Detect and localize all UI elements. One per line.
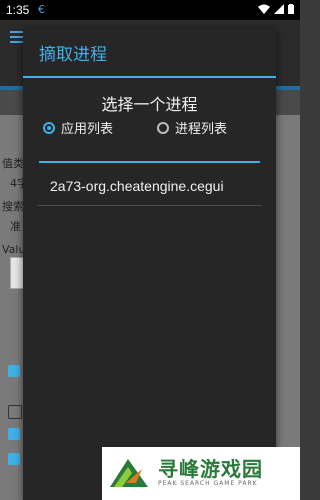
- dialog-title: 摘取进程: [39, 45, 107, 65]
- battery-icon: [288, 4, 294, 14]
- watermark: 寻峰游戏园 PEAK SEARCH GAME PARK: [102, 447, 300, 500]
- background-label: 搜索: [2, 200, 24, 213]
- background-checkbox: [8, 453, 20, 465]
- radio-process-list[interactable]: 进程列表: [157, 118, 227, 137]
- radio-app-list-label: 应用列表: [61, 122, 114, 137]
- radio-unselected-icon: [157, 121, 169, 134]
- list-divider: [37, 205, 262, 206]
- status-bar: 1:35 €: [0, 0, 300, 20]
- radio-selected-icon: [43, 121, 55, 134]
- select-process-dialog: 摘取进程 选择一个进程 应用列表 进程列表 2a73-org.cheatengi…: [23, 28, 276, 500]
- brand-logo-icon: [110, 459, 148, 487]
- dialog-prompt: 选择一个进程: [101, 95, 198, 114]
- search-input[interactable]: [39, 161, 260, 163]
- watermark-subtitle: PEAK SEARCH GAME PARK: [158, 480, 258, 487]
- status-time: 1:35: [6, 3, 30, 17]
- background-label: 准: [10, 220, 21, 233]
- background-label: 值类: [2, 157, 24, 170]
- wifi-icon: [258, 4, 270, 14]
- status-icons: [258, 4, 294, 14]
- radio-process-list-label: 进程列表: [175, 122, 228, 137]
- background-checkbox: [8, 405, 22, 419]
- signal-icon: [274, 4, 284, 14]
- background-checkbox: [8, 428, 20, 440]
- background-checkbox: [8, 365, 20, 377]
- dialog-title-divider: [23, 76, 276, 78]
- background-label: Valu: [2, 243, 26, 256]
- cheat-engine-icon: €: [38, 3, 45, 16]
- process-name: 2a73-org.cheatengine.cegui: [50, 178, 224, 194]
- watermark-brand: 寻峰游戏园: [158, 457, 263, 481]
- process-list-item[interactable]: 2a73-org.cheatengine.cegui: [23, 174, 276, 204]
- radio-app-list[interactable]: 应用列表: [43, 118, 113, 137]
